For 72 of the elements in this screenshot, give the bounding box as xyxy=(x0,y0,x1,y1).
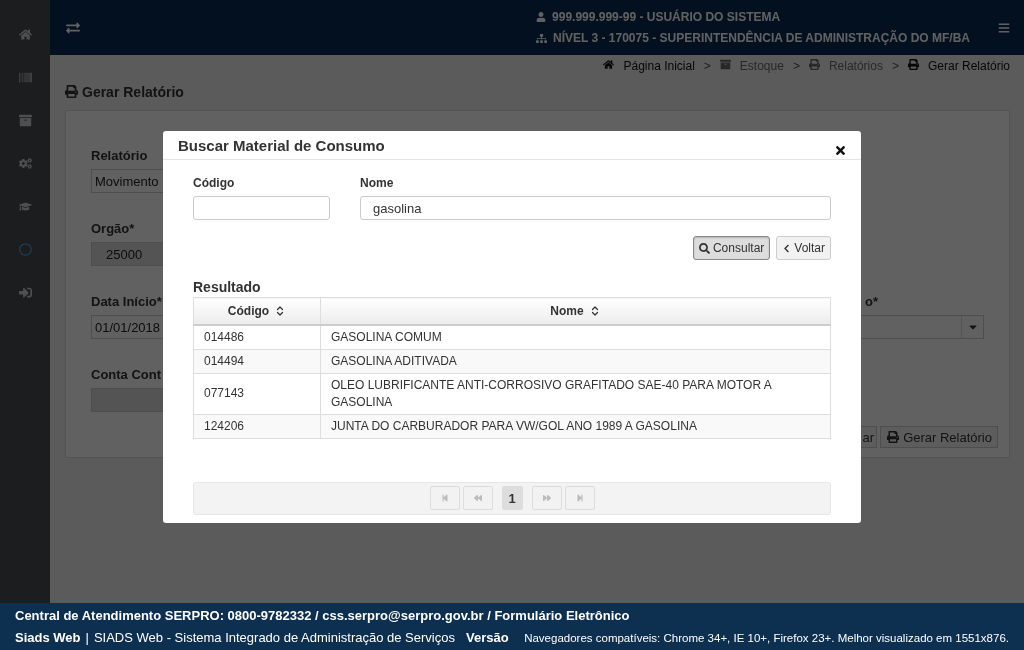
field-label: Data Início* xyxy=(91,294,163,309)
text-field[interactable] xyxy=(193,196,330,220)
field-label: Orgão* xyxy=(91,221,136,236)
printer-icon xyxy=(907,59,919,70)
table-cell: 014494 xyxy=(193,349,321,373)
divider-mark: | xyxy=(85,630,89,645)
home-icon xyxy=(603,59,615,70)
form-field[interactable]: Movimento xyxy=(91,169,164,193)
first-page-icon xyxy=(440,494,449,502)
back-button[interactable]: Voltar xyxy=(776,236,831,260)
table-cell: JUNTA DO CARBURADOR PARA VW/GOL ANO 1989 A GASOLINA xyxy=(320,414,831,438)
page-button[interactable]: 1 xyxy=(501,486,523,510)
page-title: Gerar Relatório xyxy=(82,83,184,100)
swap-icon[interactable] xyxy=(66,20,80,35)
sidebar-icon[interactable] xyxy=(18,286,32,299)
breadcrumb-separator: > xyxy=(703,59,711,73)
search-icon xyxy=(698,242,710,254)
sidebar-icon[interactable] xyxy=(18,71,32,84)
org-unit: NÍVEL 3 - 170075 - SUPERINTENDÊNCIA DE ADMINISTRAÇÃO DO MF/BA xyxy=(553,31,970,45)
sidebar-icon[interactable] xyxy=(18,114,32,127)
brand-name: Siads Web xyxy=(15,630,81,645)
sidebar-icon[interactable] xyxy=(18,157,32,170)
breadcrumb-link[interactable]: Gerar Relatório xyxy=(927,59,1010,73)
version-link[interactable]: Versão xyxy=(465,630,509,645)
table-cell: 077143 xyxy=(193,373,321,414)
table-cell: 124206 xyxy=(193,414,321,438)
breadcrumb-separator: > xyxy=(891,59,899,73)
form-field[interactable]: 25000 xyxy=(91,242,164,266)
table-cell: OLEO LUBRIFICANTE ANTI-CORROSIVO GRAFITADO SAE-40 PARA MOTOR A GASOLINA xyxy=(320,373,831,414)
field-label: Conta Cont xyxy=(91,367,163,382)
fast-forward-icon xyxy=(542,494,551,502)
close-button[interactable] xyxy=(834,143,847,157)
form-field[interactable] xyxy=(91,388,164,412)
sidebar-icon[interactable] xyxy=(18,28,32,41)
last-page-button[interactable] xyxy=(564,486,595,510)
field-label: Nome xyxy=(360,176,395,190)
close-icon xyxy=(834,143,847,157)
menu-icon[interactable] xyxy=(998,21,1010,34)
field-label: Relatório xyxy=(91,148,149,163)
form-field[interactable]: 01/01/2018 xyxy=(91,315,164,339)
breadcrumb-link[interactable]: Página Inicial xyxy=(623,59,695,73)
org-icon xyxy=(536,32,548,44)
sidebar-icon[interactable] xyxy=(18,200,32,213)
next-page-button[interactable] xyxy=(531,486,562,510)
field-label: o* xyxy=(864,294,879,309)
rewind-icon xyxy=(473,494,482,502)
form-button[interactable]: Gerar Relatório xyxy=(880,426,998,448)
table-cell: GASOLINA COMUM xyxy=(320,324,831,349)
dialog-title: Buscar Material de Consumo xyxy=(178,136,385,154)
last-page-icon xyxy=(575,494,584,502)
print-icon xyxy=(65,85,78,98)
column-header[interactable]: Nome xyxy=(320,297,831,325)
table-cell: 014486 xyxy=(193,324,321,349)
printer-icon xyxy=(808,59,820,70)
printer-icon xyxy=(887,431,900,443)
search-button[interactable]: Consultar xyxy=(692,236,771,260)
section-title: Resultado xyxy=(193,279,262,295)
first-page-button[interactable] xyxy=(429,486,460,510)
chevron-left-icon xyxy=(782,243,792,253)
text-field[interactable]: gasolina xyxy=(360,196,831,220)
contact-info: Central de Atendimento SERPRO: 0800-9782332 / css.serpro@serpro.gov.br / Formulário Eletrônico xyxy=(15,608,630,623)
sidebar-icon[interactable] xyxy=(18,243,32,256)
user-name: 999.999.999-99 - USUÁRIO DO SISTEMA xyxy=(552,10,781,24)
previous-page-button[interactable] xyxy=(462,486,493,510)
field-label: Código xyxy=(193,176,236,190)
browser-note: Navegadores compatíveis: Chrome 34+, IE 10+, Firefox 23+. Melhor visualizado em 1551x876. xyxy=(524,631,1009,644)
archive-icon xyxy=(719,59,731,70)
user-icon xyxy=(536,12,547,22)
system-name: SIADS Web - Sistema Integrado de Administração de Serviços xyxy=(93,630,455,645)
breadcrumb-separator: > xyxy=(792,59,800,73)
column-header[interactable]: Código xyxy=(193,297,321,325)
table-cell: GASOLINA ADITIVADA xyxy=(320,349,831,373)
